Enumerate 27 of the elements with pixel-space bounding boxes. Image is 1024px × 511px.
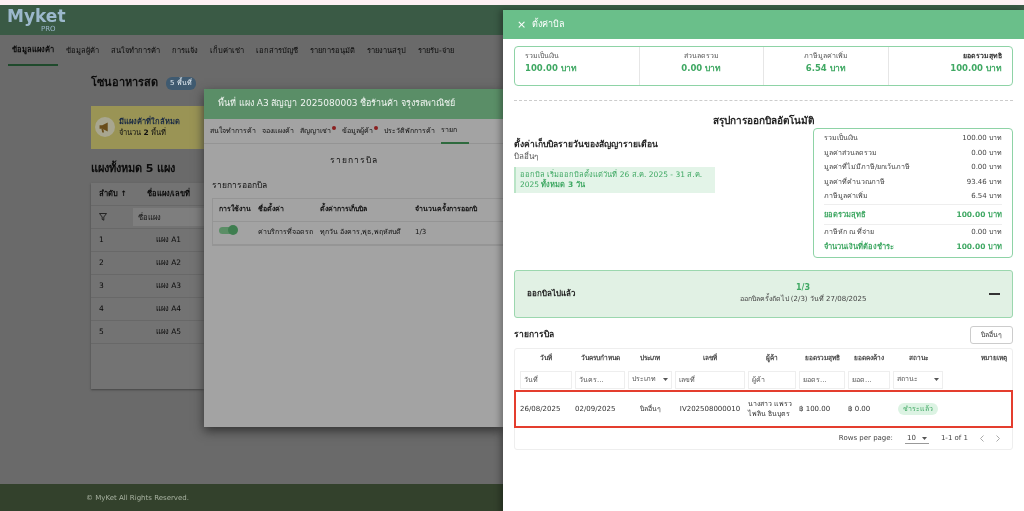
bills-title: รายการบิล [514,328,554,342]
total-value: 100.00 บาท [525,61,578,75]
total-value: 6.54 บาท [804,61,847,75]
setting-type: บิลอื่นๆ [514,150,539,163]
zone-title: โซนอาหารสด [91,75,158,91]
issued-count: 1/3 [794,282,812,294]
previous-page-button[interactable] [980,435,984,442]
section-subtitle: รายการออกบิล [212,178,268,192]
drawer-title: ตั้งค่าบิล [532,17,566,31]
section-title: รายการบิล [328,154,379,167]
logo-text: Myket [7,7,66,25]
stalls-heading: แผงทั้งหมด 5 แผง [91,160,177,177]
megaphone-icon [95,117,115,137]
collapse-button[interactable] [989,292,1000,295]
caret-icon [934,378,939,381]
next-page-button[interactable] [996,435,1000,442]
setting-title: ตั้งค่าเก็บบิลรายวันของสัญญารายเดือน [514,138,659,151]
toggle-switch[interactable] [219,227,237,235]
summary-title: สรุปการออกบิลอัตโนมัติ [712,114,815,128]
filter-icon[interactable] [99,213,107,222]
total-value: 0.00 บาท [680,61,723,75]
close-button[interactable]: × [517,19,527,30]
total-value: 100.00 บาท [949,61,1002,75]
caret-icon [663,378,668,381]
panel-title: ออกบิลไปแล้ว [527,287,576,300]
caret-icon [921,436,927,440]
dialog-title: พื้นที่ แผง A3 สัญญา 2025080003 ชื่อร้านค้า จรุงรสพาณิชย์ [204,89,503,119]
